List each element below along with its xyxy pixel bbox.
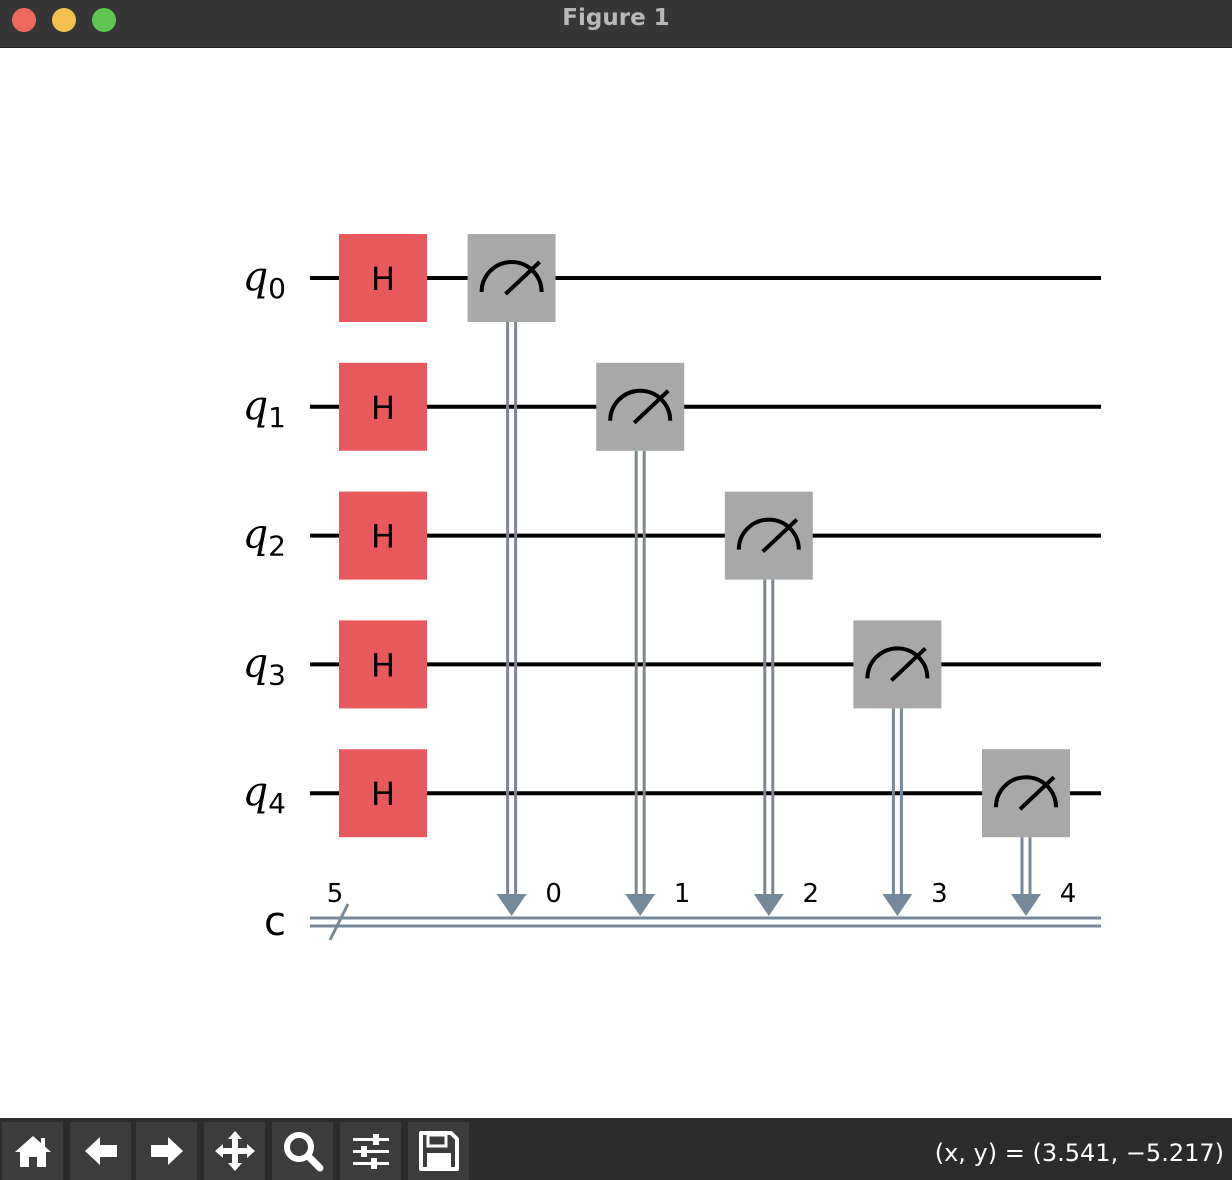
- title-bar: Figure 1: [0, 0, 1232, 48]
- classical-register-label: c: [264, 899, 286, 945]
- qubit-label-index: 1: [268, 401, 286, 434]
- measure-arrowhead: [882, 894, 913, 916]
- clbit-index-label: 3: [931, 879, 948, 909]
- hadamard-gate-label: H: [371, 518, 395, 556]
- clbit-index-label: 2: [803, 879, 820, 909]
- clbit-index-label: 4: [1060, 879, 1077, 909]
- back-button[interactable]: [70, 1122, 132, 1180]
- qubit-label: q4: [243, 769, 286, 820]
- hadamard-gate-label: H: [371, 389, 395, 427]
- configure-subplots-button[interactable]: [340, 1122, 402, 1180]
- qubit-label: q3: [243, 640, 286, 691]
- measure-arrowhead: [625, 894, 656, 916]
- clbit-index-label: 0: [545, 879, 562, 909]
- qubit-label-index: 2: [268, 530, 286, 563]
- qubit-label-name: q: [243, 254, 269, 300]
- measure-gate: [724, 491, 813, 580]
- register-size-slash: [328, 903, 350, 941]
- qubit-label-index: 4: [268, 787, 286, 820]
- measure-gate: [596, 362, 685, 451]
- hadamard-gate-label: H: [371, 646, 395, 684]
- navigation-toolbar: (x, y) = (3.541, −5.217): [0, 1118, 1232, 1180]
- floppy-disk-icon: [418, 1131, 459, 1171]
- qubit-label: q0: [243, 254, 286, 305]
- figure-window: Figure 1 q0 q1 q2 q3 q4 c 5 H H H H H 0 1 2 3 4: [0, 0, 1232, 1180]
- sliders-icon: [352, 1134, 389, 1169]
- arrow-right-icon: [150, 1137, 183, 1165]
- cursor-coordinates: (x, y) = (3.541, −5.217): [934, 1139, 1224, 1167]
- home-icon: [14, 1136, 51, 1167]
- measure-arrowhead: [1011, 894, 1041, 916]
- qubit-label: q2: [243, 512, 286, 563]
- qubit-label-name: q: [243, 512, 269, 558]
- clbit-index-label: 1: [674, 879, 691, 909]
- qubit-label-index: 3: [268, 658, 286, 691]
- measure-gate: [467, 234, 556, 322]
- qubit-label-index: 0: [268, 272, 286, 305]
- measure-gate: [853, 620, 942, 709]
- quantum-circuit-diagram: q0q1q2q3q4c5HHHHH0 1 2 3 4: [243, 234, 1101, 945]
- qubit-label-name: q: [243, 769, 269, 815]
- measure-arrowhead: [753, 894, 784, 916]
- qubit-label-name: q: [243, 383, 269, 429]
- pan-button[interactable]: [204, 1122, 266, 1180]
- home-button[interactable]: [2, 1122, 64, 1180]
- qubit-label-name: q: [243, 640, 269, 686]
- save-button[interactable]: [408, 1122, 470, 1180]
- magnifier-icon: [283, 1132, 323, 1172]
- hadamard-gate-label: H: [371, 775, 395, 813]
- hadamard-gate-label: H: [371, 260, 395, 298]
- figure-canvas[interactable]: q0 q1 q2 q3 q4 c 5 H H H H H 0 1 2 3 4: [0, 48, 1232, 1118]
- classical-register-size: 5: [327, 879, 344, 909]
- qubit-label: q1: [243, 383, 286, 434]
- measure-gate: [982, 749, 1070, 838]
- zoom-button[interactable]: [272, 1122, 334, 1180]
- arrow-left-icon: [84, 1137, 117, 1165]
- forward-button[interactable]: [136, 1122, 198, 1180]
- move-icon: [214, 1131, 255, 1171]
- window-title: Figure 1: [562, 5, 670, 31]
- measure-arrowhead: [496, 894, 527, 916]
